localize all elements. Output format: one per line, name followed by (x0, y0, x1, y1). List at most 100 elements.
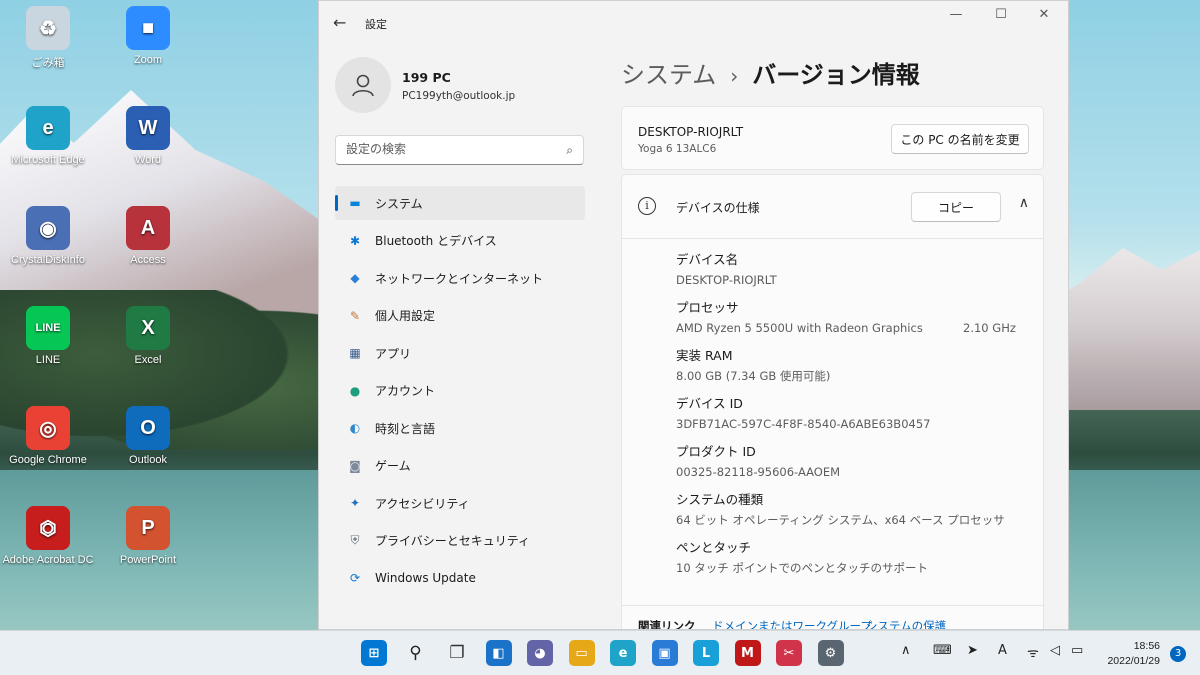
spec-value[interactable]: 8.00 GB (7.34 GB 使用可能) (676, 368, 1016, 385)
back-arrow-icon[interactable]: ← (333, 13, 346, 32)
notification-badge[interactable]: 3 (1170, 646, 1186, 662)
device-name-card: DESKTOP-RIOJRLT Yoga 6 13ALC6 この PC の名前を… (621, 106, 1044, 170)
avatar[interactable] (335, 57, 391, 113)
taskbar-l-app-icon[interactable]: L (693, 640, 719, 666)
desktop-icon-excel[interactable]: X Excel (100, 306, 196, 366)
tray-chevron-icon[interactable]: ∧ (901, 643, 911, 658)
taskbar-snipping-tool-icon[interactable]: ✂ (776, 640, 802, 666)
minimize-icon[interactable]: — (936, 7, 976, 22)
spec-list: デバイス名 DESKTOP-RIOJRLT プロセッサ AMD Ryzen 5 550… (676, 249, 1016, 585)
spec-value[interactable]: AMD Ryzen 5 5500U with Radeon Graphics 2… (676, 320, 1016, 337)
desktop-icon-label: Access (130, 254, 166, 266)
ime-icon[interactable]: A (998, 643, 1007, 658)
breadcrumb: システム › バージョン情報 (621, 55, 920, 90)
wifi-icon[interactable]: ᯤ (1027, 643, 1039, 661)
desktop-icon-acrobat[interactable]: ⏣ Adobe Acrobat DC (0, 506, 96, 566)
chevron-up-icon[interactable]: ∧ (1019, 195, 1029, 211)
spec-value[interactable]: 3DFB71AC-597C-4F8F-8540-A6ABE63B0457 (676, 416, 1016, 433)
chrome-icon: ◎ (26, 406, 70, 450)
gamepad-icon: ◙ (349, 458, 361, 473)
taskbar-task-view-icon[interactable]: ❐ (444, 640, 470, 666)
line-icon: LINE (26, 306, 70, 350)
desktop-icon-recycle-bin[interactable]: ♻ ごみ箱 (0, 6, 96, 70)
desktop-icon-powerpoint[interactable]: P PowerPoint (100, 506, 196, 566)
search-icon[interactable]: ⌕ (566, 143, 573, 158)
taskbar-file-explorer-icon[interactable]: ▭ (568, 640, 595, 666)
nav-item-6[interactable]: ● アカウント (335, 374, 585, 408)
desktop-icon-zoom[interactable]: ■ Zoom (100, 6, 196, 66)
volume-icon[interactable]: ◁ (1050, 643, 1060, 658)
spec-value[interactable]: 10 タッチ ポイントでのペンとタッチのサポート (676, 560, 1016, 577)
device-spec-card: i デバイスの仕様 コピー ∧ デバイス名 DESKTOP-RIOJRLT プロセッ… (621, 174, 1044, 629)
taskbar-start-icon[interactable]: ⊞ (361, 640, 387, 666)
settings-search-box[interactable]: ⌕ (335, 135, 584, 165)
nav-item-8[interactable]: ◙ ゲーム (335, 449, 585, 483)
spec-row: プロダクト ID 00325-82118-95606-AAOEM (676, 441, 1016, 481)
desktop-icon-word[interactable]: W Word (100, 106, 196, 166)
nav-item-3[interactable]: ◆ ネットワークとインターネット (335, 261, 585, 295)
content-pane: システム › バージョン情報 DESKTOP-RIOJRLT Yoga 6 13AL… (609, 41, 1068, 629)
device-spec-header[interactable]: i デバイスの仕様 コピー ∧ (622, 175, 1043, 239)
crystaldiskinfo-icon: ◉ (26, 206, 70, 250)
location-icon[interactable]: ➤ (967, 643, 978, 658)
nav-item-5[interactable]: ▦ アプリ (335, 336, 585, 370)
desktop-icon-label: Zoom (133, 54, 163, 66)
excel-icon: X (126, 306, 170, 350)
copy-button[interactable]: コピー (911, 192, 1001, 222)
user-profile[interactable]: 199 PC PC199yth@outlook.jp (335, 57, 595, 113)
nav-item-1[interactable]: ▬ システム (335, 186, 585, 220)
search-input[interactable] (346, 142, 546, 156)
nav-item-10[interactable]: ⛨ プライバシーとセキュリティ (335, 524, 585, 558)
nav-list: ▬ システム ✱ Bluetooth とデバイス ◆ ネットワークとインターネット ✎ 個人用… (335, 186, 585, 599)
battery-icon[interactable]: ▭ (1071, 643, 1083, 658)
spec-value[interactable]: DESKTOP-RIOJRLT (676, 272, 1016, 289)
breadcrumb-separator: › (730, 64, 739, 88)
clock[interactable]: 18:56 2022/01/29 (1107, 639, 1160, 669)
desktop-icon-crystaldiskinfo[interactable]: ◉ CrystalDiskInfo (0, 206, 96, 266)
nav-item-11[interactable]: ⟳ Windows Update (335, 561, 585, 595)
nav-item-4[interactable]: ✎ 個人用設定 (335, 299, 585, 333)
desktop-icon-access[interactable]: A Access (100, 206, 196, 266)
taskbar-store-icon[interactable]: ▣ (651, 640, 678, 666)
system-protection-link[interactable]: システムの保護 (866, 618, 946, 629)
title-bar: ← 設定 — ☐ ✕ (319, 1, 1068, 41)
shield-icon: ⛨ (350, 533, 360, 547)
nav-item-label: Windows Update (375, 571, 476, 585)
desktop-icon-outlook[interactable]: O Outlook (100, 406, 196, 466)
spec-label: システムの種類 (676, 492, 764, 507)
spec-value[interactable]: 00325-82118-95606-AAOEM (676, 464, 1016, 481)
taskbar-search-icon[interactable]: ⚲ (403, 640, 429, 666)
accessibility-icon: ✦ (349, 496, 361, 510)
desktop-icon-label: Google Chrome (9, 454, 87, 466)
nav-item-label: プライバシーとセキュリティ (375, 534, 531, 548)
rename-pc-button[interactable]: この PC の名前を変更 (891, 124, 1029, 154)
taskbar-mcafee-icon[interactable]: M (734, 640, 761, 666)
device-model: Yoga 6 13ALC6 (638, 143, 717, 155)
spec-row: プロセッサ AMD Ryzen 5 5500U with Radeon Graph… (676, 297, 1016, 337)
window-title: 設定 (365, 18, 387, 31)
spec-label: プロダクト ID (676, 444, 756, 459)
nav-item-2[interactable]: ✱ Bluetooth とデバイス (335, 224, 585, 258)
clock-time: 18:56 (1133, 640, 1160, 652)
desktop-icon-label: LINE (35, 354, 61, 366)
breadcrumb-parent[interactable]: システム (621, 61, 716, 89)
taskbar-teams-chat-icon[interactable]: ◕ (527, 640, 553, 666)
nav-item-9[interactable]: ✦ アクセシビリティ (335, 486, 585, 520)
taskbar-settings-icon[interactable]: ⚙ (817, 640, 844, 666)
system-icon: ▬ (349, 196, 361, 210)
spec-value[interactable]: 64 ビット オペレーティング システム、x64 ベース プロセッサ (676, 512, 1016, 529)
taskbar-edge-icon[interactable]: e (610, 640, 636, 666)
desktop-icon-label: CrystalDiskInfo (11, 254, 85, 266)
windows-update-icon: ⟳ (349, 571, 361, 585)
keyboard-icon[interactable]: ⌨ (933, 643, 952, 658)
desktop-icon-chrome[interactable]: ◎ Google Chrome (0, 406, 96, 466)
desktop-icon-line[interactable]: LINE LINE (0, 306, 96, 366)
nav-item-7[interactable]: ◐ 時刻と言語 (335, 411, 585, 445)
maximize-icon[interactable]: ☐ (981, 7, 1021, 22)
settings-window: ← 設定 — ☐ ✕ 199 PC PC199yth@outlook.jp ⌕ … (318, 0, 1069, 630)
taskbar-widgets-icon[interactable]: ◧ (485, 640, 512, 666)
close-icon[interactable]: ✕ (1024, 7, 1064, 22)
desktop-icon-edge[interactable]: e Microsoft Edge (0, 106, 96, 166)
spec-label: プロセッサ (676, 300, 739, 315)
domain-workgroup-link[interactable]: ドメインまたはワークグループ (712, 618, 872, 629)
